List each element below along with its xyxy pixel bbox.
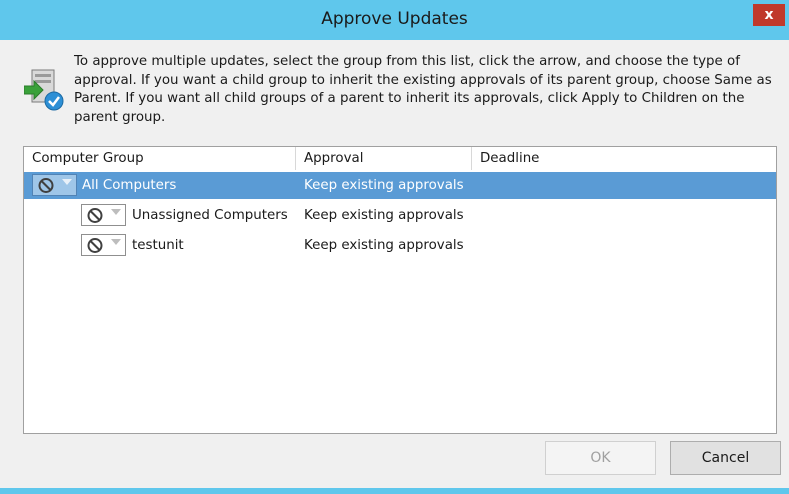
- approval-dropdown[interactable]: [81, 234, 126, 256]
- column-header-computer-group[interactable]: Computer Group: [24, 147, 296, 170]
- chevron-down-icon[interactable]: [111, 239, 121, 245]
- bottom-border: [0, 488, 789, 494]
- approval-value: Keep existing approvals: [304, 178, 464, 193]
- not-approved-icon: [87, 208, 103, 223]
- chevron-down-icon[interactable]: [111, 209, 121, 215]
- chevron-down-icon[interactable]: [62, 179, 72, 185]
- computer-group-list[interactable]: Computer Group Approval Deadline All Com…: [23, 146, 777, 434]
- table-row-all-computers[interactable]: All Computers Keep existing approvals: [24, 172, 776, 199]
- approval-value: Keep existing approvals: [304, 238, 464, 253]
- column-header-deadline[interactable]: Deadline: [472, 147, 776, 170]
- title-bar: Approve Updates x: [0, 0, 789, 40]
- approve-updates-dialog: Approve Updates x To approve multiple up…: [0, 0, 789, 494]
- dialog-title: Approve Updates: [321, 9, 468, 29]
- close-button[interactable]: x: [753, 4, 785, 26]
- not-approved-icon: [38, 178, 54, 193]
- approval-dropdown[interactable]: [81, 204, 126, 226]
- table-row-unassigned-computers[interactable]: Unassigned Computers Keep existing appro…: [24, 202, 776, 229]
- group-name: Unassigned Computers: [132, 208, 288, 223]
- table-row-testunit[interactable]: testunit Keep existing approvals: [24, 232, 776, 259]
- approval-dropdown[interactable]: [32, 174, 77, 196]
- column-header-approval[interactable]: Approval: [296, 147, 472, 170]
- not-approved-icon: [87, 238, 103, 253]
- cancel-button[interactable]: Cancel: [670, 441, 781, 475]
- approval-value: Keep existing approvals: [304, 208, 464, 223]
- group-name: All Computers: [82, 178, 177, 193]
- group-name: testunit: [132, 238, 184, 253]
- approve-updates-icon: [23, 68, 66, 112]
- ok-button[interactable]: OK: [545, 441, 656, 475]
- instructions-text: To approve multiple updates, select the …: [74, 54, 772, 125]
